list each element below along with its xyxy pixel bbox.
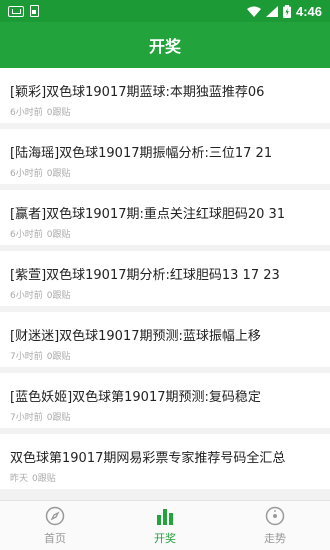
notification-icon — [8, 5, 24, 17]
item-time: 6小时前 — [10, 230, 43, 240]
item-meta: 昨天 0跟贴 — [10, 474, 320, 484]
trend-icon — [264, 505, 286, 527]
item-time: 6小时前 — [10, 108, 43, 118]
item-time: 昨天 — [10, 474, 29, 484]
list-item[interactable]: [陆海瑶]双色球19017期振幅分析:三位17 21 6小时前 0跟贴 — [0, 129, 330, 184]
wifi-icon — [246, 6, 261, 17]
item-replies: 0跟贴 — [46, 230, 71, 240]
tab-trend[interactable]: 走势 — [220, 501, 330, 550]
tab-label: 开奖 — [154, 532, 176, 545]
item-title: [赢者]双色球19017期:重点关注红球胆码20 31 — [10, 207, 286, 222]
item-meta: 7小时前 0跟贴 — [10, 352, 320, 362]
battery-icon — [282, 4, 291, 18]
item-time: 7小时前 — [10, 413, 43, 423]
tab-label: 走势 — [264, 532, 286, 545]
item-replies: 0跟贴 — [46, 291, 71, 301]
item-meta: 6小时前 0跟贴 — [10, 291, 320, 301]
bottom-tab-bar: 首页 开奖 走势 — [0, 500, 330, 550]
list-item[interactable]: [紫萱]双色球19017期分析:红球胆码13 17 23 6小时前 0跟贴 — [0, 251, 330, 306]
list-item[interactable]: [财迷迷]双色球19017期预测:蓝球振幅上移 7小时前 0跟贴 — [0, 312, 330, 367]
item-title: [蓝色妖姬]双色球第19017期预测:复码稳定 — [10, 390, 261, 405]
item-replies: 0跟贴 — [46, 169, 71, 179]
sim-card-icon — [30, 5, 39, 17]
item-title: [财迷迷]双色球19017期预测:蓝球振幅上移 — [10, 329, 261, 344]
item-replies: 0跟贴 — [32, 474, 56, 484]
status-time: 4:46 — [295, 3, 322, 19]
item-meta: 6小时前 0跟贴 — [10, 108, 320, 118]
compass-icon — [44, 505, 66, 527]
item-title: [陆海瑶]双色球19017期振幅分析:三位17 21 — [10, 146, 273, 161]
item-replies: 0跟贴 — [46, 413, 71, 423]
bar-chart-icon — [154, 505, 176, 527]
item-title: [颖彩]双色球19017期蓝球:本期独蓝推荐06 — [10, 85, 265, 100]
list-item[interactable]: [赢者]双色球19017期:重点关注红球胆码20 31 6小时前 0跟贴 — [0, 190, 330, 245]
tab-home[interactable]: 首页 — [0, 501, 110, 550]
list-item[interactable]: [颖彩]双色球19017期蓝球:本期独蓝推荐06 6小时前 0跟贴 — [0, 68, 330, 123]
signal-icon — [265, 5, 278, 17]
status-bar: 4:46 — [0, 0, 330, 22]
app-header: 开奖 — [0, 22, 330, 68]
list-item[interactable]: 双色球第19017期网易彩票专家推荐号码全汇总 昨天 0跟贴 — [0, 434, 330, 489]
item-time: 6小时前 — [10, 169, 43, 179]
item-replies: 0跟贴 — [46, 108, 71, 118]
tab-lottery[interactable]: 开奖 — [110, 501, 220, 550]
item-meta: 6小时前 0跟贴 — [10, 169, 320, 179]
tab-label: 首页 — [44, 532, 66, 545]
item-replies: 0跟贴 — [46, 352, 71, 362]
item-title: 双色球第19017期网易彩票专家推荐号码全汇总 — [10, 451, 286, 466]
item-meta: 7小时前 0跟贴 — [10, 413, 320, 423]
article-list: [颖彩]双色球19017期蓝球:本期独蓝推荐06 6小时前 0跟贴 [陆海瑶]双色… — [0, 68, 330, 500]
item-title: [紫萱]双色球19017期分析:红球胆码13 17 23 — [10, 268, 280, 283]
list-item[interactable]: [蓝色妖姬]双色球第19017期预测:复码稳定 7小时前 0跟贴 — [0, 373, 330, 428]
item-time: 7小时前 — [10, 352, 43, 362]
item-time: 6小时前 — [10, 291, 43, 301]
page-title: 开奖 — [148, 37, 181, 56]
item-meta: 6小时前 0跟贴 — [10, 230, 320, 240]
